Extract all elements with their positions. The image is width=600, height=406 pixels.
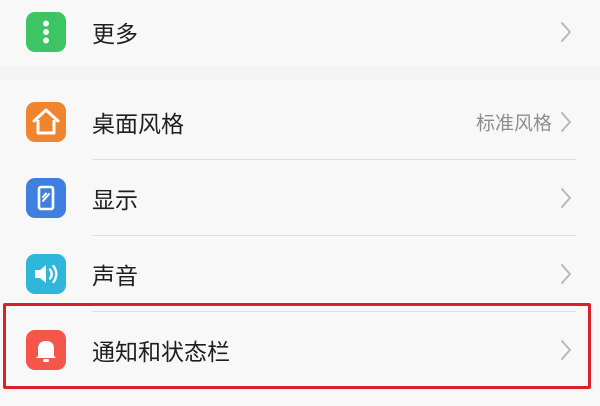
settings-row-notifications[interactable]: 通知和状态栏 (0, 312, 600, 388)
home-icon (26, 102, 66, 142)
settings-row-more[interactable]: 更多 (0, 0, 600, 70)
settings-row-desktop-style[interactable]: 桌面风格 标准风格 (0, 84, 600, 160)
chevron-right-icon (560, 263, 572, 285)
settings-row-display[interactable]: 显示 (0, 160, 600, 236)
settings-group-main: 桌面风格 标准风格 显示 声音 通知和状态栏 (0, 80, 600, 406)
settings-row-desktop-style-label: 桌面风格 (92, 112, 184, 138)
display-phone-icon (26, 178, 66, 218)
chevron-right-icon (560, 187, 572, 209)
speaker-icon (26, 254, 66, 294)
more-dots-icon (26, 12, 66, 52)
chevron-right-icon (560, 111, 572, 133)
settings-row-display-label: 显示 (92, 188, 138, 214)
bell-icon (26, 330, 66, 370)
settings-row-notifications-label: 通知和状态栏 (92, 340, 230, 366)
chevron-right-icon (560, 339, 572, 361)
settings-group-top: 更多 (0, 0, 600, 66)
settings-row-more-label: 更多 (92, 22, 138, 48)
chevron-right-icon (560, 21, 572, 43)
settings-row-sound[interactable]: 声音 (0, 236, 600, 312)
settings-row-desktop-style-value: 标准风格 (475, 112, 552, 135)
settings-row-sound-label: 声音 (92, 264, 138, 290)
